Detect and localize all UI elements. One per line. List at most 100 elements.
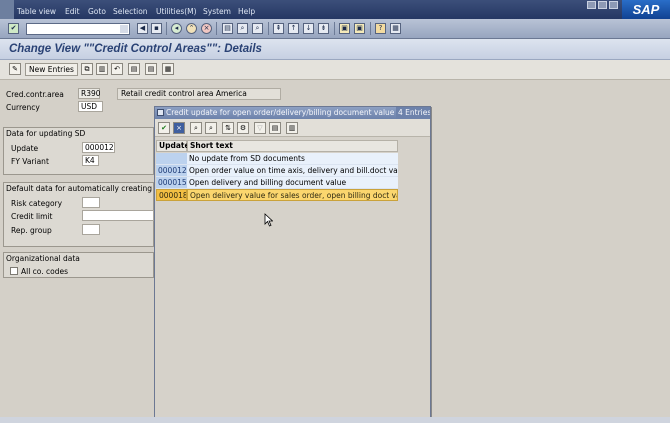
standard-toolbar: ✔ ◀ ▪ ◂ ⌃ × ▤ ⌕ ⌕ ⇞ ↑ ↓ ⇟ ▣ ▣ ? ▦: [0, 19, 670, 39]
close-icon[interactable]: [609, 1, 618, 9]
help-icon[interactable]: ?: [375, 23, 386, 34]
cred-contr-area-label: Cred.contr.area: [6, 90, 64, 99]
menu-bar: Table view Edit Goto Selection Utilities…: [0, 0, 670, 20]
menu-utilities[interactable]: Utilities(M): [156, 7, 197, 16]
find-icon[interactable]: ⌕: [237, 23, 248, 34]
table-row-update[interactable]: [156, 153, 187, 165]
menu-system[interactable]: System: [203, 7, 231, 16]
all-co-codes-label: All co. codes: [21, 267, 69, 276]
minimize-icon[interactable]: [587, 1, 596, 9]
application-toolbar: ✎ New Entries ⧉ ▥ ↶ ▤ ▤ ▦: [0, 60, 670, 80]
table-row-update[interactable]: 000015: [156, 177, 187, 189]
print-list-icon[interactable]: ▤: [269, 122, 281, 134]
organizational-data-box: Organizational data All co. codes: [3, 252, 154, 278]
menu-table-view[interactable]: Table view: [17, 7, 56, 16]
window-controls: [587, 1, 618, 9]
copy-as-icon[interactable]: ⧉: [81, 63, 93, 75]
title-bar: Change View ""Credit Control Areas"": De…: [0, 39, 670, 60]
mouse-cursor-icon: [264, 213, 273, 227]
previous-entry-icon[interactable]: ▤: [128, 63, 140, 75]
separator: [166, 22, 167, 35]
export-icon[interactable]: ▥: [286, 122, 298, 134]
last-page-icon[interactable]: ⇟: [318, 23, 329, 34]
popup-title: Credit update for open order/delivery/bi…: [166, 108, 408, 117]
update-label: Update: [11, 144, 39, 153]
layout-menu-icon[interactable]: ▦: [390, 23, 401, 34]
table-row-text[interactable]: Open delivery and billing document value: [187, 177, 398, 189]
display-change-icon[interactable]: ✎: [9, 63, 21, 75]
table-row-text-selected[interactable]: Open delivery value for sales order, ope…: [187, 189, 398, 201]
maximize-icon[interactable]: [598, 1, 607, 9]
find-next-in-list-icon[interactable]: ⌕: [205, 122, 217, 134]
menu-help[interactable]: Help: [238, 7, 255, 16]
choose-icon[interactable]: ✔: [158, 122, 170, 134]
table-row-text[interactable]: Open order value on time axis, delivery …: [187, 165, 398, 177]
rep-group-label: Rep. group: [11, 226, 52, 235]
organizational-data-box-title: Organizational data: [6, 254, 80, 263]
update-field[interactable]: 000012: [82, 142, 115, 153]
save-icon[interactable]: ▪: [151, 23, 162, 34]
all-co-codes-checkbox[interactable]: [10, 267, 18, 275]
new-session-icon[interactable]: ▣: [339, 23, 350, 34]
undo-change-icon[interactable]: ↶: [111, 63, 123, 75]
filter-icon: ▽: [254, 122, 266, 134]
separator: [268, 22, 269, 35]
command-dropdown-icon[interactable]: [120, 25, 128, 33]
f4-help-popup: Credit update for open order/delivery/bi…: [154, 106, 431, 423]
rep-group-field[interactable]: [82, 224, 100, 235]
find-next-icon[interactable]: ⌕: [252, 23, 263, 34]
credit-limit-field[interactable]: [82, 210, 154, 221]
table-row-text[interactable]: No update from SD documents: [187, 153, 398, 165]
back-nav-icon[interactable]: ◀: [137, 23, 148, 34]
fy-variant-label: FY Variant: [11, 157, 49, 166]
popup-window-icon: [157, 109, 164, 116]
separator: [216, 22, 217, 35]
select-all-icon[interactable]: ▦: [162, 63, 174, 75]
currency-field[interactable]: USD: [78, 101, 103, 112]
col-header-update[interactable]: Update: [156, 140, 190, 152]
menu-goto[interactable]: Goto: [88, 7, 106, 16]
sort-icon[interactable]: ⇅: [222, 122, 234, 134]
table-row-update[interactable]: 000012: [156, 165, 187, 177]
back-icon[interactable]: ◂: [171, 23, 182, 34]
first-page-icon[interactable]: ⇞: [273, 23, 284, 34]
col-header-short-text[interactable]: Short text: [187, 140, 398, 152]
menu-selection[interactable]: Selection: [113, 7, 148, 16]
menu-icon[interactable]: [0, 0, 14, 19]
table-row-update-selected[interactable]: 000018: [156, 189, 187, 201]
shortcut-icon[interactable]: ▣: [354, 23, 365, 34]
cancel-icon[interactable]: ×: [201, 23, 212, 34]
print-icon[interactable]: ▤: [222, 23, 233, 34]
technical-names-icon[interactable]: ⚙: [237, 122, 249, 134]
sd-update-box-title: Data for updating SD: [6, 129, 86, 138]
next-page-icon[interactable]: ↓: [303, 23, 314, 34]
separator: [370, 22, 371, 35]
cred-contr-area-field: R390: [78, 88, 101, 99]
status-bar: [0, 417, 670, 423]
delete-icon[interactable]: ▥: [96, 63, 108, 75]
credit-limit-label: Credit limit: [11, 212, 53, 221]
currency-label: Currency: [6, 103, 40, 112]
popup-entry-count: 4 Entries: [396, 107, 430, 119]
default-data-box-title: Default data for automatically creating …: [6, 184, 164, 193]
find-in-list-icon[interactable]: ⌕: [190, 122, 202, 134]
cred-contr-area-description: Retail credit control area America: [117, 88, 281, 100]
default-data-box: Default data for automatically creating …: [3, 182, 164, 247]
menu-edit[interactable]: Edit: [65, 7, 80, 16]
enter-icon[interactable]: ✔: [8, 23, 19, 34]
risk-category-field[interactable]: [82, 197, 100, 208]
fy-variant-field[interactable]: K4: [82, 155, 99, 166]
exit-icon[interactable]: ⌃: [186, 23, 197, 34]
risk-category-label: Risk category: [11, 199, 63, 208]
previous-page-icon[interactable]: ↑: [288, 23, 299, 34]
sd-update-box: Data for updating SD Update 000012 FY Va…: [3, 127, 154, 175]
new-entries-button[interactable]: New Entries: [25, 63, 78, 76]
close-popup-icon[interactable]: ×: [173, 122, 185, 134]
page-title: Change View ""Credit Control Areas"": De…: [9, 43, 262, 55]
sap-logo: SAP: [622, 0, 670, 20]
popup-title-bar: Credit update for open order/delivery/bi…: [155, 107, 430, 119]
command-field[interactable]: [26, 23, 130, 35]
separator: [334, 22, 335, 35]
popup-toolbar: ✔ × ⌕ ⌕ ⇅ ⚙ ▽ ▤ ▥: [155, 119, 430, 137]
next-entry-icon[interactable]: ▤: [145, 63, 157, 75]
